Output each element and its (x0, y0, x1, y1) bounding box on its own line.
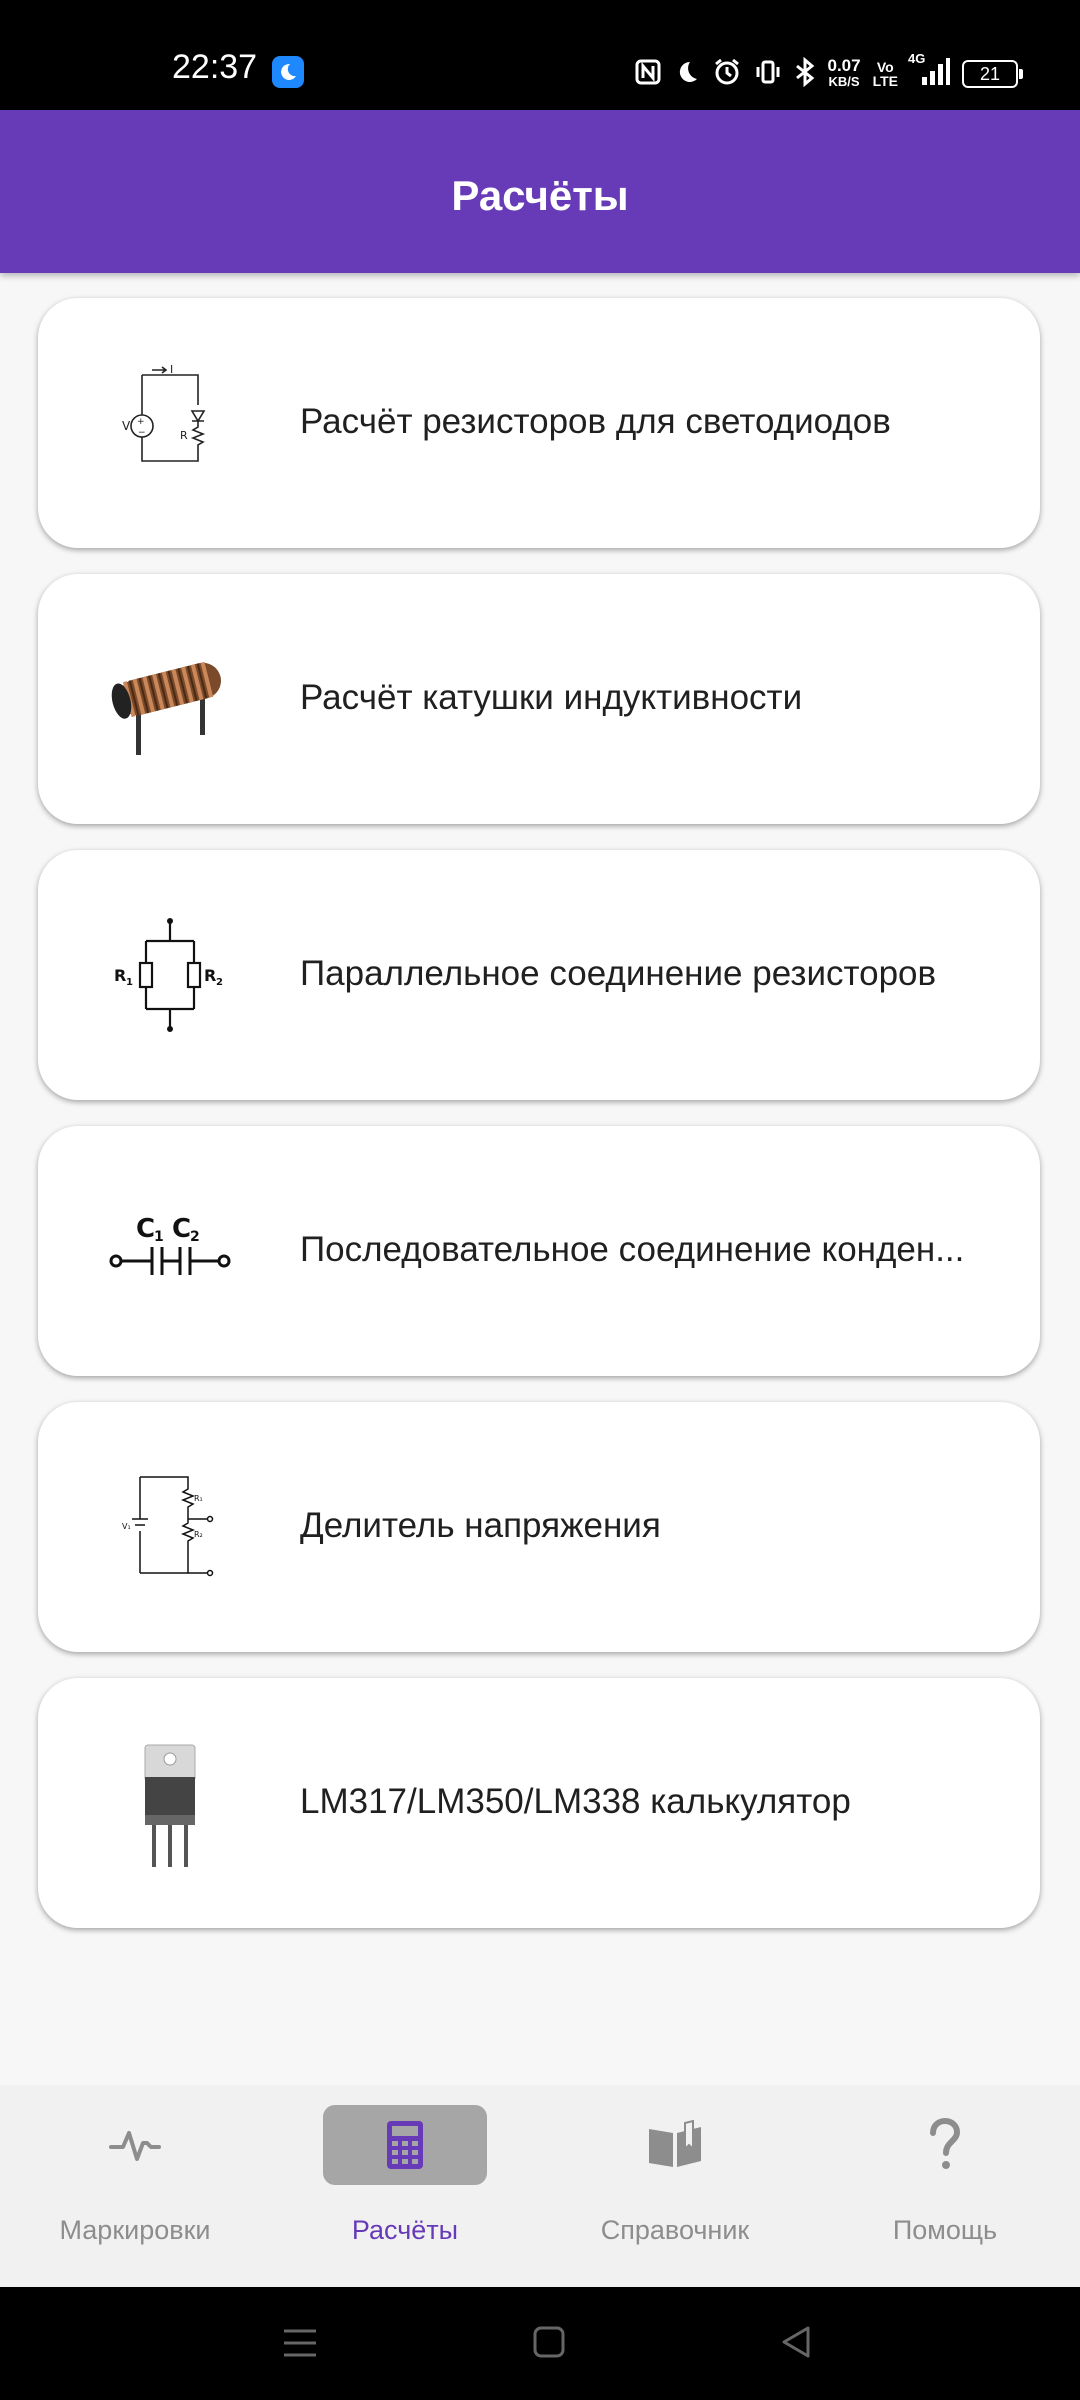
nav-icon-container (863, 2105, 1027, 2185)
icon-label-r1-sub: 1 (126, 977, 133, 988)
icon-label-r1: R (114, 966, 126, 985)
battery-icon: 21 (962, 60, 1023, 88)
card-label: Последовательное соединение конден... (300, 1230, 965, 1269)
icon-label-r2: R (204, 966, 216, 985)
card-label: Расчёт катушки индуктивности (300, 678, 803, 717)
alarm-icon (712, 57, 742, 92)
icon-label-v: V (122, 419, 131, 433)
do-not-disturb-badge-icon (272, 56, 304, 88)
vibrate-icon (754, 58, 782, 91)
icon-label-c1-sub: 1 (154, 1229, 164, 1245)
svg-text:V₁: V₁ (122, 1522, 131, 1531)
network-speed: 0.07 KB/S (827, 56, 861, 90)
voltage-divider-icon: R₁ R₂ V₁ (122, 1476, 214, 1577)
parallel-resistors-icon: R 1 R 2 (114, 918, 223, 1032)
home-icon[interactable] (532, 2325, 566, 2359)
menu-icon[interactable] (282, 2327, 318, 2359)
nav-item-help[interactable]: Помощь (810, 2085, 1080, 2287)
volte-bottom: LTE (872, 73, 898, 89)
card-label: LM317/LM350/LM338 калькулятор (300, 1782, 851, 1821)
help-icon (930, 2117, 961, 2169)
card-label: Расчёт резисторов для светодиодов (300, 402, 891, 441)
app-bar: Расчёты (0, 110, 1080, 273)
network-type: 4G (908, 50, 926, 66)
card-parallel-resistors[interactable]: R 1 R 2 Параллельное соединение резистор… (38, 850, 1040, 1100)
volte-top: Vo (876, 59, 894, 75)
nav-icon-container (53, 2105, 217, 2185)
icon-label-i: I (170, 363, 173, 376)
signal-icon: 4G (908, 51, 950, 92)
nav-label: Расчёты (351, 2215, 459, 2245)
nav-label: Справочник (600, 2215, 750, 2245)
series-capacitors-icon: C 1 C 2 (109, 1214, 231, 1275)
nav-label: Помощь (892, 2215, 998, 2245)
bottom-navigation: Маркировки Расчёты Справочник Помощь (0, 2085, 1080, 2287)
card-series-capacitors[interactable]: C 1 C 2 Последовательное соединение конд… (38, 1126, 1040, 1376)
status-time: 22:37 (172, 48, 258, 86)
nav-item-reference[interactable]: Справочник (540, 2085, 810, 2287)
night-mode-icon (674, 59, 700, 90)
nav-icon-container-active (323, 2105, 487, 2185)
icon-label-r: R (180, 429, 188, 442)
network-speed-value: 0.07 (827, 56, 861, 75)
book-icon (649, 2119, 701, 2167)
svg-text:R₁: R₁ (194, 1494, 203, 1503)
network-speed-unit: KB/S (828, 74, 860, 89)
nav-item-markings[interactable]: Маркировки (0, 2085, 270, 2287)
bluetooth-icon (794, 56, 816, 92)
inductor-coil-icon (111, 661, 221, 755)
icon-label-c2: C (172, 1214, 191, 1244)
status-bar: 22:37 0.07 KB/S Vo LTE 4G 21 (0, 0, 1080, 110)
icon-label-c1: C (136, 1214, 155, 1244)
volte-indicator: Vo LTE (873, 60, 898, 88)
icon-label-r2-sub: 2 (216, 977, 223, 988)
card-inductor[interactable]: Расчёт катушки индуктивности (38, 574, 1040, 824)
svg-text:−: − (138, 428, 146, 438)
card-voltage-divider[interactable]: R₁ R₂ V₁ Делитель напряжения (38, 1402, 1040, 1652)
nav-icon-container (593, 2105, 757, 2185)
nav-label: Маркировки (59, 2215, 211, 2245)
icon-label-c2-sub: 2 (190, 1229, 200, 1245)
card-label: Параллельное соединение резисторов (300, 954, 937, 993)
card-led-resistor[interactable]: + − V R I Расчёт резисторов для светодио… (38, 298, 1040, 548)
pulse-icon (109, 2131, 161, 2161)
card-label: Делитель напряжения (300, 1506, 661, 1545)
svg-text:+: + (137, 417, 145, 427)
card-lm317-calculator[interactable]: LM317/LM350/LM338 калькулятор (38, 1678, 1040, 1928)
nav-item-calculations[interactable]: Расчёты (270, 2085, 540, 2287)
nfc-icon (634, 58, 662, 91)
status-icons: 0.07 KB/S Vo LTE 4G 21 (634, 51, 1023, 94)
system-navigation-bar (0, 2287, 1080, 2400)
voltage-regulator-icon (144, 1744, 196, 1867)
calculator-icon (387, 2121, 423, 2169)
svg-text:R₂: R₂ (194, 1530, 203, 1539)
page-title: Расчёты (451, 172, 629, 219)
led-resistor-circuit-icon: + − V R I (122, 363, 206, 462)
back-icon[interactable] (780, 2325, 812, 2359)
